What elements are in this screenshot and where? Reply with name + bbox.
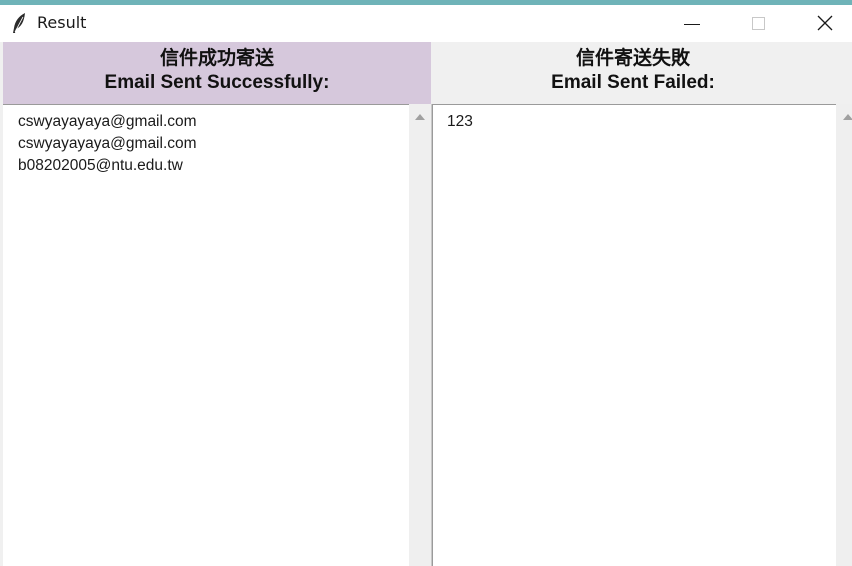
close-icon bbox=[817, 15, 833, 31]
list-item[interactable]: 123 bbox=[447, 111, 473, 133]
title-bar[interactable]: Result bbox=[0, 5, 852, 42]
list-item[interactable]: b08202005@ntu.edu.tw bbox=[18, 155, 197, 177]
success-header-chinese: 信件成功寄送 bbox=[159, 47, 274, 69]
scroll-up-arrow-icon[interactable] bbox=[843, 114, 852, 120]
scroll-up-arrow-icon[interactable] bbox=[415, 114, 425, 120]
failed-header-chinese: 信件寄送失敗 bbox=[575, 47, 690, 69]
failed-header-english: Email Sent Failed: bbox=[551, 72, 715, 93]
list-item[interactable]: cswyayayaya@gmail.com bbox=[18, 133, 197, 155]
failed-header: 信件寄送失敗 Email Sent Failed: bbox=[432, 42, 834, 104]
close-button[interactable] bbox=[802, 5, 848, 42]
failed-listbox[interactable]: 123 bbox=[432, 104, 836, 566]
maximize-button[interactable] bbox=[736, 5, 782, 42]
success-listbox[interactable]: cswyayayaya@gmail.com cswyayayaya@gmail.… bbox=[3, 104, 409, 566]
success-header: 信件成功寄送 Email Sent Successfully: bbox=[3, 42, 431, 104]
minimize-button[interactable] bbox=[668, 5, 714, 42]
list-item[interactable]: cswyayayaya@gmail.com bbox=[18, 111, 197, 133]
success-header-english: Email Sent Successfully: bbox=[104, 72, 330, 93]
feather-icon bbox=[10, 12, 28, 34]
maximize-icon bbox=[752, 17, 765, 30]
result-window: Result 信件成功寄送 Email Sent Successfully: 信… bbox=[0, 5, 852, 566]
window-title: Result bbox=[37, 13, 87, 32]
failed-scrollbar[interactable] bbox=[836, 104, 852, 566]
success-scrollbar[interactable] bbox=[409, 104, 431, 566]
minimize-icon bbox=[684, 24, 700, 25]
